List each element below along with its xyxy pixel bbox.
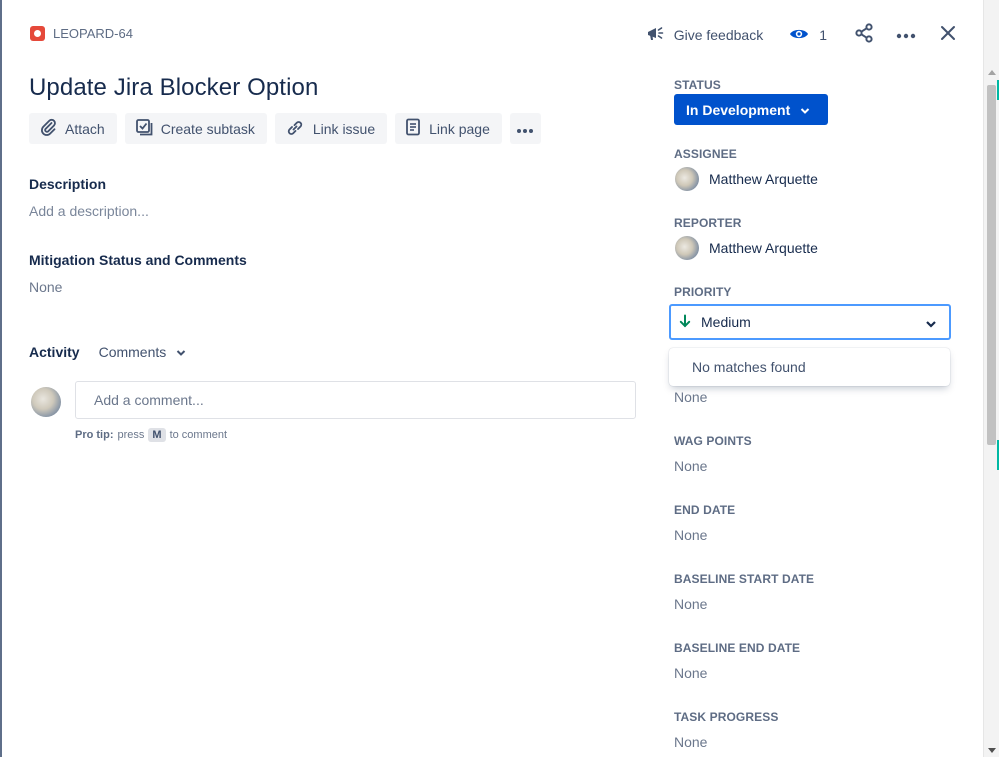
- chevron-down-icon: [800, 102, 810, 118]
- baseline-end-date-label: BASELINE END DATE: [674, 641, 801, 655]
- task-progress-value[interactable]: None: [674, 734, 707, 750]
- reporter-name: Matthew Arquette: [709, 240, 818, 256]
- comment-input[interactable]: Add a comment...: [75, 381, 636, 419]
- top-actions: Give feedback 1: [646, 22, 959, 48]
- attach-button[interactable]: Attach: [29, 113, 117, 144]
- activity-header: Activity Comments: [29, 344, 186, 360]
- end-date-label: END DATE: [674, 503, 736, 517]
- watch-count: 1: [819, 27, 827, 43]
- avatar: [31, 387, 61, 417]
- priority-value: Medium: [701, 314, 751, 330]
- chevron-down-icon: [925, 316, 937, 332]
- link-page-label: Link page: [429, 120, 490, 137]
- bug-icon: [30, 26, 45, 41]
- share-icon: [854, 22, 874, 48]
- no-matches-message: No matches found: [692, 359, 806, 375]
- pro-tip: Pro tip: press M to comment: [75, 428, 227, 442]
- close-button[interactable]: [937, 24, 959, 46]
- wag-points-value[interactable]: None: [674, 458, 707, 474]
- mitigation-value[interactable]: None: [29, 279, 62, 295]
- avatar: [675, 236, 699, 260]
- protip-rest: to comment: [169, 429, 228, 441]
- priority-dropdown-menu: No matches found: [669, 348, 950, 386]
- give-feedback-button[interactable]: Give feedback: [646, 25, 764, 46]
- paperclip-icon: [39, 118, 57, 139]
- page-icon: [405, 118, 421, 139]
- assignee-field[interactable]: Matthew Arquette: [675, 167, 818, 191]
- scrollbar-thumb[interactable]: [987, 85, 996, 445]
- give-feedback-label: Give feedback: [673, 27, 764, 43]
- protip-press: press: [117, 429, 145, 441]
- more-icon: [516, 121, 534, 137]
- assignee-name: Matthew Arquette: [709, 171, 818, 187]
- status-value: In Development: [686, 101, 791, 118]
- activity-label: Activity: [29, 344, 80, 360]
- description-field[interactable]: Add a description...: [29, 203, 149, 219]
- chevron-down-icon: [176, 344, 186, 360]
- activity-filter-select[interactable]: Comments: [99, 344, 187, 360]
- comment-placeholder: Add a comment...: [94, 392, 204, 408]
- attach-label: Attach: [65, 120, 105, 137]
- issue-toolbar: Attach Create subtask Link issue Link pa…: [29, 113, 541, 144]
- comment-composer: Add a comment...: [31, 381, 636, 419]
- link-page-button[interactable]: Link page: [395, 113, 502, 144]
- avatar: [675, 167, 699, 191]
- close-icon: [940, 25, 956, 46]
- status-label: STATUS: [674, 78, 721, 92]
- reporter-label: REPORTER: [674, 216, 742, 230]
- scroll-down-arrow[interactable]: [988, 748, 996, 753]
- keyboard-shortcut-key: M: [148, 428, 166, 442]
- task-progress-label: TASK PROGRESS: [674, 710, 779, 724]
- subtask-icon: [135, 118, 153, 139]
- mitigation-label: Mitigation Status and Comments: [29, 252, 247, 268]
- toolbar-more-button[interactable]: [509, 113, 541, 144]
- window-left-edge: [0, 0, 2, 757]
- reporter-field[interactable]: Matthew Arquette: [675, 236, 818, 260]
- link-issue-label: Link issue: [312, 120, 376, 137]
- issue-key: LEOPARD-64: [53, 26, 133, 41]
- scroll-up-arrow[interactable]: [988, 70, 996, 75]
- issue-title[interactable]: Update Jira Blocker Option: [29, 74, 318, 102]
- protip-bold: Pro tip:: [75, 429, 114, 441]
- baseline-end-date-value[interactable]: None: [674, 665, 707, 681]
- end-date-value[interactable]: None: [674, 527, 707, 543]
- activity-filter-value: Comments: [98, 344, 167, 360]
- watch-button[interactable]: 1: [789, 27, 827, 44]
- more-actions-button[interactable]: [895, 24, 917, 46]
- hidden-field-value[interactable]: None: [674, 389, 707, 405]
- priority-label: PRIORITY: [674, 285, 732, 299]
- wag-points-label: WAG POINTS: [674, 434, 752, 448]
- priority-select[interactable]: Medium: [669, 304, 951, 340]
- baseline-start-date-label: BASELINE START DATE: [674, 572, 815, 586]
- eye-icon: [789, 27, 809, 44]
- assignee-label: ASSIGNEE: [674, 147, 737, 161]
- create-subtask-label: Create subtask: [160, 120, 255, 137]
- link-icon: [285, 118, 305, 139]
- scrollbar[interactable]: [983, 0, 999, 757]
- share-button[interactable]: [853, 22, 875, 48]
- baseline-start-date-value[interactable]: None: [674, 596, 707, 612]
- create-subtask-button[interactable]: Create subtask: [124, 113, 267, 144]
- megaphone-icon: [646, 25, 666, 46]
- more-icon: [896, 26, 916, 44]
- arrow-down-icon: [679, 314, 691, 331]
- status-dropdown-button[interactable]: In Development: [674, 94, 828, 125]
- description-label: Description: [29, 176, 107, 192]
- link-issue-button[interactable]: Link issue: [274, 113, 388, 144]
- issue-key-link[interactable]: LEOPARD-64: [30, 26, 133, 41]
